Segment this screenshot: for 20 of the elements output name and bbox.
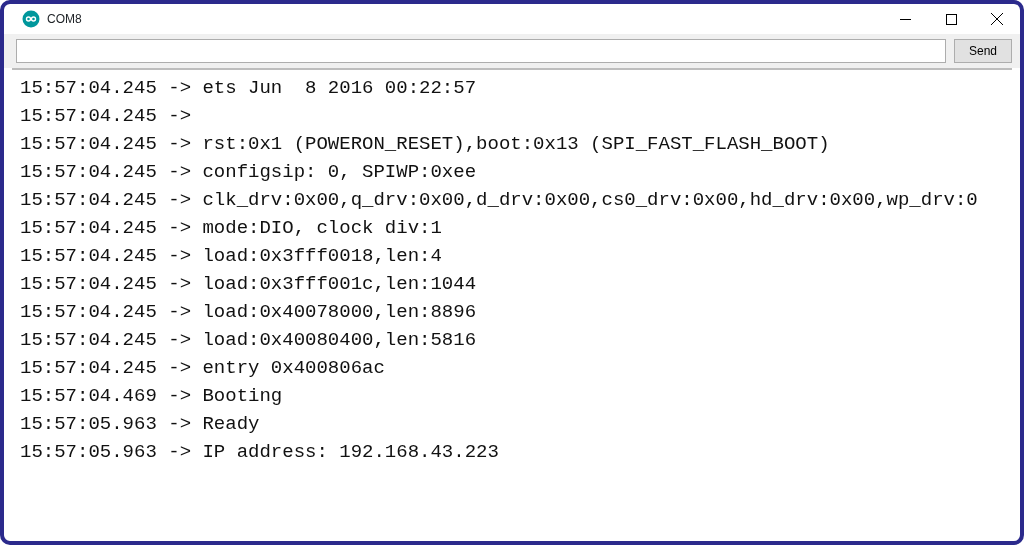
log-line: 15:57:04.245 -> configsip: 0, SPIWP:0xee <box>20 160 477 185</box>
log-line: 15:57:04.469 -> Booting <box>20 384 283 409</box>
app-logo-icon <box>22 10 40 28</box>
log-line: 15:57:05.963 -> Ready <box>20 412 260 437</box>
log-line: 15:57:04.245 -> load:0x40080400,len:5816 <box>20 328 477 353</box>
send-button[interactable]: Send <box>953 39 1012 63</box>
log-line: 15:57:05.963 -> IP address: 192.168.43.223 <box>20 440 499 465</box>
maximize-icon <box>945 13 957 25</box>
log-line: 15:57:04.245 -> ets Jun 8 2016 00:22:57 <box>20 76 477 101</box>
log-line: 15:57:04.245 -> mode:DIO, clock div:1 <box>20 216 442 241</box>
window-title: COM8 <box>47 11 82 28</box>
log-line: 15:57:04.245 -> clk_drv:0x00,q_drv:0x00,d_drv:0x00,cs0_drv:0x00,hd_drv:0x00,wp_drv:0 <box>20 188 978 213</box>
log-line: 15:57:04.245 -> load:0x3fff0018,len:4 <box>20 244 442 269</box>
close-icon <box>991 13 1003 25</box>
log-line: 15:57:04.245 -> load:0x3fff001c,len:1044 <box>20 272 477 297</box>
log-line: 15:57:04.245 -> load:0x40078000,len:8896 <box>20 300 477 325</box>
log-line: 15:57:04.245 -> rst:0x1 (POWERON_RESET),boot:0x13 (SPI_FAST_FLASH_BOOT) <box>20 132 830 157</box>
log-line: 15:57:04.245 -> entry 0x400806ac <box>20 356 385 381</box>
input-field[interactable] <box>16 39 946 63</box>
log-line: 15:57:04.245 -> <box>20 104 192 129</box>
